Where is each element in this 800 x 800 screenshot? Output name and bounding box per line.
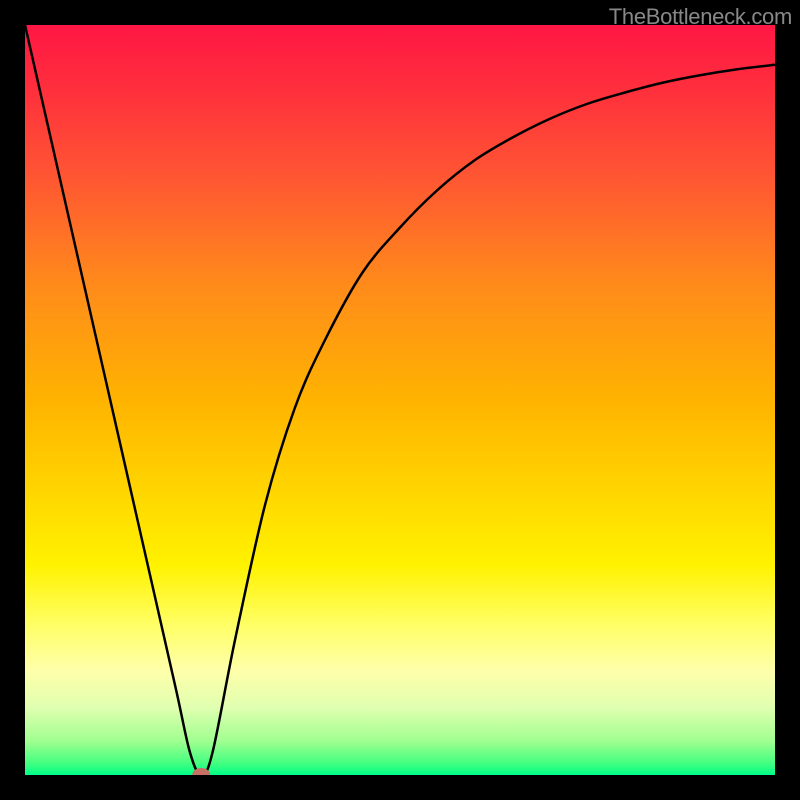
watermark-text: TheBottleneck.com bbox=[609, 4, 792, 30]
curve-plot bbox=[25, 25, 775, 775]
plot-area bbox=[25, 25, 775, 775]
curve-line bbox=[25, 25, 775, 775]
